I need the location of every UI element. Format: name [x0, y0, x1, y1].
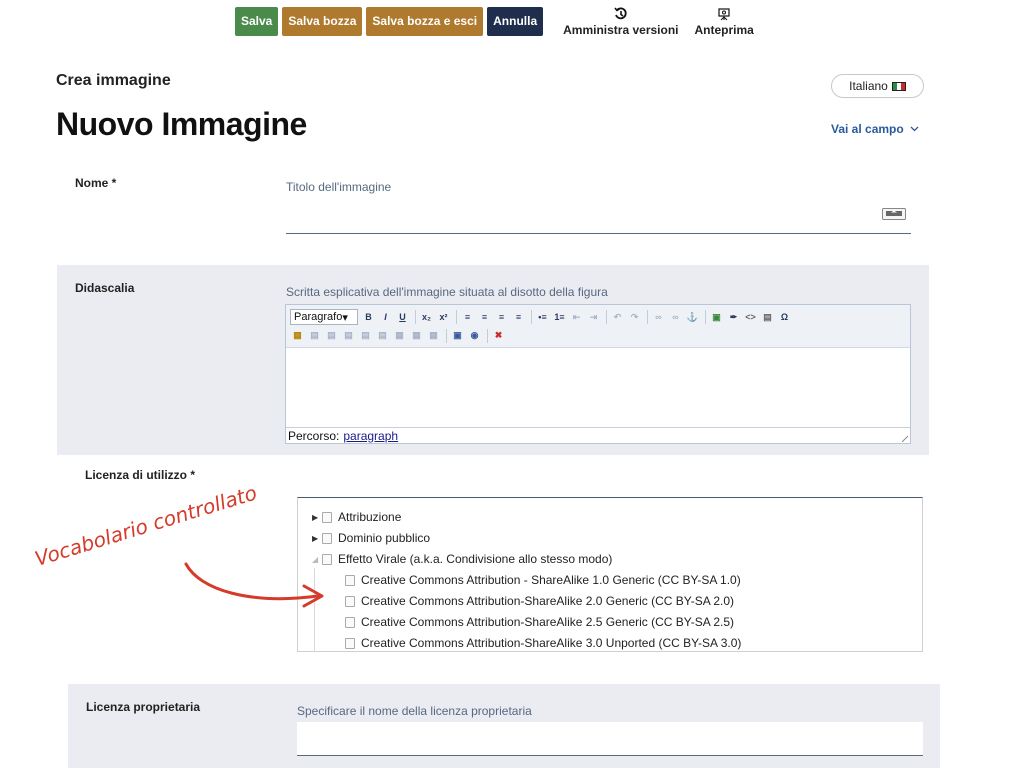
- page-title: Nuovo Immagine: [56, 106, 307, 142]
- annotation-arrow-icon: [184, 562, 324, 608]
- save-draft-button[interactable]: Salva bozza: [282, 6, 363, 36]
- tree-child-item[interactable]: Creative Commons Attribution - ShareAlik…: [345, 571, 741, 589]
- remove-format-icon[interactable]: ✖: [491, 328, 506, 343]
- editor-toolbar: Paragrafo ▾ B I U x₂ x² ≡ ≡ ≡ ≡ •≡ 1≡ ⇤ ⇥…: [286, 305, 910, 348]
- path-element-link[interactable]: paragraph: [343, 429, 398, 443]
- cancel-button[interactable]: Annulla: [487, 6, 544, 36]
- save-button[interactable]: Salva: [235, 6, 279, 36]
- licenza-proprietaria-input[interactable]: [297, 722, 923, 756]
- superscript-icon[interactable]: x²: [436, 310, 451, 325]
- save-draft-exit-button[interactable]: Salva bozza e esci: [366, 6, 484, 36]
- top-toolbar: Salva Salva bozza Salva bozza e esci Ann…: [235, 6, 754, 37]
- outdent-icon[interactable]: ⇤: [569, 310, 584, 325]
- tree-item-label: Effetto Virale (a.k.a. Condivisione allo…: [338, 552, 613, 566]
- licenza-label: Licenza di utilizzo *: [85, 468, 196, 482]
- licenza-proprietaria-hint: Specificare il nome della licenza propri…: [297, 704, 532, 718]
- keyboard-icon[interactable]: [882, 208, 906, 220]
- preview-link[interactable]: Anteprima: [694, 7, 754, 37]
- toolbar-divider: [531, 310, 532, 324]
- bold-icon[interactable]: B: [361, 310, 376, 325]
- manage-versions-link[interactable]: Amministra versioni: [563, 7, 679, 37]
- tree-item-label: Creative Commons Attribution-ShareAlike …: [361, 636, 742, 650]
- language-selector[interactable]: Italiano: [831, 74, 924, 98]
- nome-input[interactable]: [286, 200, 911, 234]
- path-label: Percorso:: [288, 428, 340, 443]
- chevron-down-icon: [910, 126, 919, 132]
- tree-item-label: Creative Commons Attribution-ShareAlike …: [361, 615, 735, 629]
- goto-field-label: Vai al campo: [831, 122, 904, 136]
- caption-editor-area[interactable]: [286, 348, 910, 426]
- delete-col-icon[interactable]: ▦: [426, 328, 441, 343]
- insert-col-after-icon[interactable]: ▦: [409, 328, 424, 343]
- undo-icon[interactable]: ↶: [610, 310, 625, 325]
- rich-text-editor: Paragrafo ▾ B I U x₂ x² ≡ ≡ ≡ ≡ •≡ 1≡ ⇤ ⇥…: [285, 304, 911, 444]
- checkbox[interactable]: [345, 616, 355, 628]
- italian-flag-icon: [891, 81, 906, 91]
- numbered-list-icon[interactable]: 1≡: [552, 310, 567, 325]
- page-subtitle: Crea immagine: [56, 72, 171, 89]
- html-source-icon[interactable]: <>: [743, 310, 758, 325]
- nome-hint: Titolo dell'immagine: [286, 180, 392, 194]
- tree-child-item[interactable]: Creative Commons Attribution-ShareAlike …: [345, 634, 741, 652]
- manage-versions-label: Amministra versioni: [563, 23, 679, 37]
- insert-row-after-icon[interactable]: ▤: [358, 328, 373, 343]
- delete-row-icon[interactable]: ▤: [375, 328, 390, 343]
- insert-row-before-icon[interactable]: ▤: [341, 328, 356, 343]
- row-props-icon[interactable]: ▤: [307, 328, 322, 343]
- resize-grip-icon[interactable]: [902, 436, 908, 442]
- toolbar-divider: [647, 310, 648, 324]
- toolbar-divider: [606, 310, 607, 324]
- bullet-list-icon[interactable]: •≡: [535, 310, 550, 325]
- licenza-proprietaria-label: Licenza proprietaria: [86, 700, 201, 714]
- editor-path-bar: Percorso: paragraph: [286, 427, 910, 443]
- cleanup-icon[interactable]: ✒: [726, 310, 741, 325]
- align-center-icon[interactable]: ≡: [477, 310, 492, 325]
- tree-item-label: Creative Commons Attribution - ShareAlik…: [361, 573, 741, 587]
- toolbar-divider: [446, 328, 447, 343]
- language-label: Italiano: [849, 79, 888, 93]
- table-insert-icon[interactable]: ▦: [290, 328, 305, 343]
- goto-field-dropdown[interactable]: Vai al campo: [831, 122, 919, 136]
- align-right-icon[interactable]: ≡: [494, 310, 509, 325]
- insert-col-before-icon[interactable]: ▦: [392, 328, 407, 343]
- didascalia-label: Didascalia: [75, 281, 135, 295]
- presentation-icon: [718, 7, 730, 20]
- align-left-icon[interactable]: ≡: [460, 310, 475, 325]
- unlink-icon[interactable]: ∞: [668, 310, 683, 325]
- format-select-value: Paragrafo: [294, 311, 343, 323]
- toolbar-divider: [456, 310, 457, 324]
- indent-icon[interactable]: ⇥: [586, 310, 601, 325]
- embed-media-icon[interactable]: ▣: [450, 328, 465, 343]
- subscript-icon[interactable]: x₂: [419, 310, 434, 325]
- document-icon[interactable]: ▤: [760, 310, 775, 325]
- anchor-icon[interactable]: ⚓: [685, 310, 700, 325]
- format-select[interactable]: Paragrafo ▾: [290, 309, 358, 325]
- cell-props-icon[interactable]: ▤: [324, 328, 339, 343]
- special-char-icon[interactable]: Ω: [777, 310, 792, 325]
- didascalia-hint: Scritta esplicativa dell'immagine situat…: [286, 285, 608, 299]
- tree-child-item[interactable]: Creative Commons Attribution-ShareAlike …: [345, 613, 734, 631]
- redo-icon[interactable]: ↷: [627, 310, 642, 325]
- tree-item-label: Creative Commons Attribution-ShareAlike …: [361, 594, 735, 608]
- preview-label: Anteprima: [694, 22, 754, 37]
- toolbar-divider: [705, 310, 706, 324]
- help-icon[interactable]: ◉: [467, 328, 482, 343]
- image-icon[interactable]: ▣: [709, 310, 724, 325]
- link-icon[interactable]: ∞: [651, 310, 666, 325]
- italic-icon[interactable]: I: [378, 310, 393, 325]
- align-justify-icon[interactable]: ≡: [511, 310, 526, 325]
- toolbar-divider: [487, 328, 488, 343]
- tree-child-item[interactable]: Creative Commons Attribution-ShareAlike …: [345, 592, 734, 610]
- history-icon: [614, 7, 627, 20]
- toolbar-divider: [415, 310, 416, 324]
- checkbox[interactable]: [345, 637, 355, 649]
- underline-icon[interactable]: U: [395, 310, 410, 325]
- license-tree: ▶ Attribuzione ▶ Dominio pubblico ◢ Effe…: [297, 497, 923, 652]
- nome-label: Nome *: [75, 176, 117, 190]
